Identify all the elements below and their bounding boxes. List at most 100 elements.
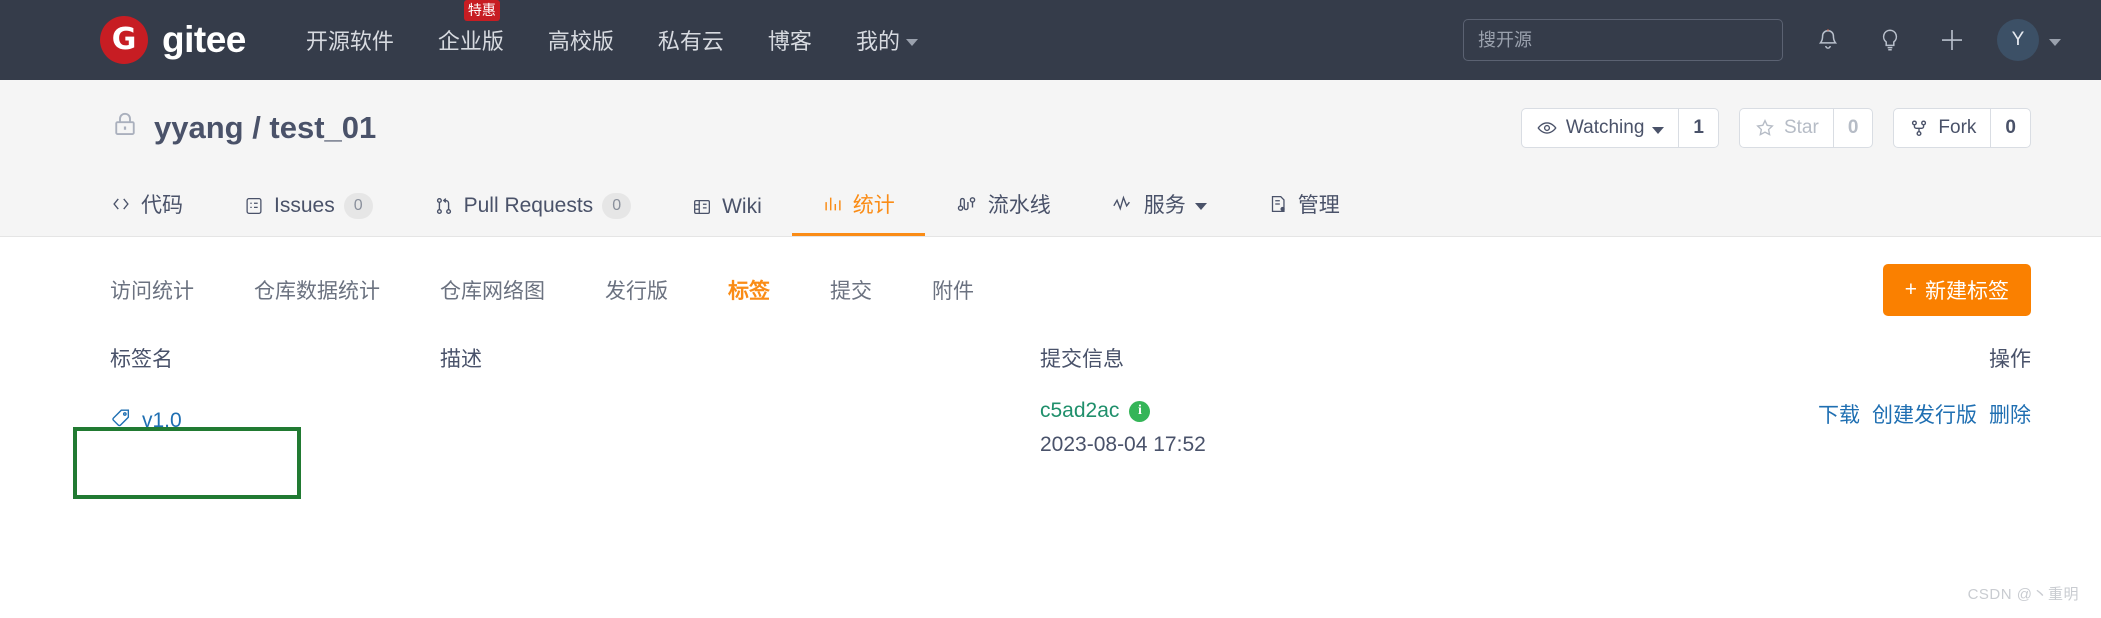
tab-statistics[interactable]: 统计 [791, 189, 925, 236]
top-nav-list: 开源软件 企业版 特惠 高校版 私有云 博客 我的 [306, 0, 918, 56]
download-link[interactable]: 下载 [1818, 399, 1860, 429]
fork-count[interactable]: 0 [1990, 109, 2030, 147]
tab-pull-requests-count: 0 [602, 193, 632, 219]
tab-issues[interactable]: Issues 0 [213, 193, 403, 236]
nav-enterprise[interactable]: 企业版 特惠 [437, 0, 504, 56]
subnav-visits[interactable]: 访问统计 [110, 275, 224, 305]
star-button-main[interactable]: Star [1740, 109, 1833, 147]
book-icon [694, 199, 711, 215]
cell-tag-name: v1.0 [110, 399, 440, 477]
statistics-subnav: 访问统计 仓库数据统计 仓库网络图 发行版 标签 提交 附件 [110, 275, 1004, 305]
tag-icon [110, 407, 132, 435]
page-title: yyang / test_01 [110, 109, 376, 147]
tab-pipeline[interactable]: 流水线 [925, 189, 1081, 236]
watch-button-main[interactable]: Watching [1522, 109, 1678, 147]
tab-issues-label: Issues [274, 194, 335, 218]
watch-label: Watching [1565, 117, 1645, 138]
gitee-logo[interactable]: G gitee [100, 16, 246, 64]
column-header-operations: 操作 [1989, 348, 2031, 371]
pipeline-icon [957, 197, 976, 211]
nav-mine-label: 我的 [855, 29, 900, 54]
fork-label: Fork [1938, 117, 1977, 138]
commit-sha-row: c5ad2ac i [1040, 399, 1701, 423]
watch-button[interactable]: Watching 1 [1520, 108, 1719, 148]
avatar: Y [1997, 19, 2039, 61]
chart-icon [825, 197, 841, 211]
code-icon [113, 198, 129, 210]
watch-count[interactable]: 1 [1678, 109, 1718, 147]
chevron-down-icon [905, 38, 918, 46]
nav-blog[interactable]: 博客 [768, 24, 812, 56]
tab-issues-count: 0 [343, 193, 373, 219]
subnav-repo-data[interactable]: 仓库数据统计 [224, 275, 410, 305]
tab-pipeline-label: 流水线 [987, 194, 1051, 217]
fork-icon [1912, 120, 1927, 137]
tab-code[interactable]: 代码 [110, 189, 213, 236]
new-tag-button-label: 新建标签 [1925, 280, 2009, 303]
page-root: G gitee 开源软件 企业版 特惠 高校版 私有云 博客 我的 搜开源 Y … [0, 0, 2101, 618]
subnav-tags[interactable]: 标签 [698, 275, 800, 305]
user-menu[interactable]: Y [1997, 19, 2061, 61]
repo-full-name[interactable]: yyang / test_01 [154, 110, 376, 146]
fork-button-main[interactable]: Fork [1894, 109, 1990, 147]
top-navbar: G gitee 开源软件 企业版 特惠 高校版 私有云 博客 我的 搜开源 Y [0, 0, 2101, 80]
repo-tabs: 代码 Issues 0 Pull Requests 0 Wiki 统计 流水线 … [110, 189, 1370, 236]
settings-doc-icon [1271, 196, 1285, 212]
bell-icon[interactable] [1811, 23, 1845, 57]
nav-blog-label: 博客 [767, 29, 812, 54]
eye-icon [1537, 122, 1557, 134]
tab-pull-requests[interactable]: Pull Requests 0 [403, 193, 661, 236]
plus-icon[interactable] [1935, 23, 1969, 57]
top-navbar-right: Y [1463, 19, 2061, 61]
tab-services[interactable]: 服务 [1081, 189, 1237, 236]
column-header-description: 描述 [440, 348, 482, 371]
activity-icon [1112, 195, 1130, 211]
new-tag-button[interactable]: + 新建标签 [1882, 264, 2031, 316]
gitee-logo-icon: G [100, 16, 148, 64]
lightbulb-icon[interactable] [1873, 23, 1907, 57]
star-count[interactable]: 0 [1832, 109, 1873, 147]
commit-date: 2023-08-04 17:52 [1040, 433, 1206, 456]
promo-badge: 特惠 [463, 0, 500, 21]
tag-link[interactable]: v1.0 [110, 399, 182, 435]
commit-sha-link[interactable]: c5ad2ac [1040, 399, 1119, 423]
nav-private-cloud[interactable]: 私有云 [658, 24, 724, 56]
chevron-down-icon [1194, 202, 1207, 210]
column-header-commit: 提交信息 [1040, 348, 1124, 371]
star-icon [1756, 119, 1774, 136]
tab-manage[interactable]: 管理 [1237, 189, 1370, 236]
delete-link[interactable]: 删除 [1989, 399, 2031, 429]
watermark: CSDN @丶重明 [1967, 586, 2079, 603]
tab-services-label: 服务 [1143, 194, 1186, 217]
tag-name-label: v1.0 [142, 409, 182, 432]
issue-icon [246, 198, 262, 215]
tags-table-wrapper: 标签名 描述 提交信息 操作 v1.0 c5ad2ac i 2023-08-04… [0, 343, 2101, 477]
cell-operations: 下载 创建发行版 删除 [1701, 399, 2031, 477]
cell-description [440, 399, 1040, 477]
create-release-link[interactable]: 创建发行版 [1872, 399, 1977, 429]
plus-icon: + [1904, 278, 1917, 301]
nav-mine[interactable]: 我的 [856, 24, 918, 56]
chevron-down-icon [2049, 38, 2061, 46]
nav-education[interactable]: 高校版 [548, 24, 614, 56]
table-row: v1.0 c5ad2ac i 2023-08-04 17:52 下载 创建发行版… [110, 399, 2031, 477]
tab-wiki[interactable]: Wiki [661, 195, 792, 236]
gitee-logo-text: gitee [162, 19, 246, 60]
cell-commit: c5ad2ac i 2023-08-04 17:52 [1040, 399, 1701, 477]
star-button[interactable]: Star 0 [1738, 108, 1874, 148]
fork-button[interactable]: Fork 0 [1893, 108, 2031, 148]
subnav-network-graph[interactable]: 仓库网络图 [410, 275, 575, 305]
subnav-releases[interactable]: 发行版 [575, 275, 698, 305]
nav-private-cloud-label: 私有云 [657, 29, 724, 54]
subnav-attachments[interactable]: 附件 [902, 275, 1004, 305]
column-header-tag-name: 标签名 [110, 348, 173, 371]
nav-enterprise-label: 企业版 [437, 29, 504, 54]
lock-icon [110, 109, 140, 147]
search-input[interactable] [1463, 19, 1783, 61]
nav-open-source[interactable]: 开源软件 [306, 24, 394, 56]
star-label: Star [1783, 117, 1819, 138]
info-icon[interactable]: i [1129, 400, 1151, 422]
pull-request-icon [436, 198, 451, 215]
subnav-commits[interactable]: 提交 [800, 275, 902, 305]
nav-education-label: 高校版 [547, 29, 614, 54]
